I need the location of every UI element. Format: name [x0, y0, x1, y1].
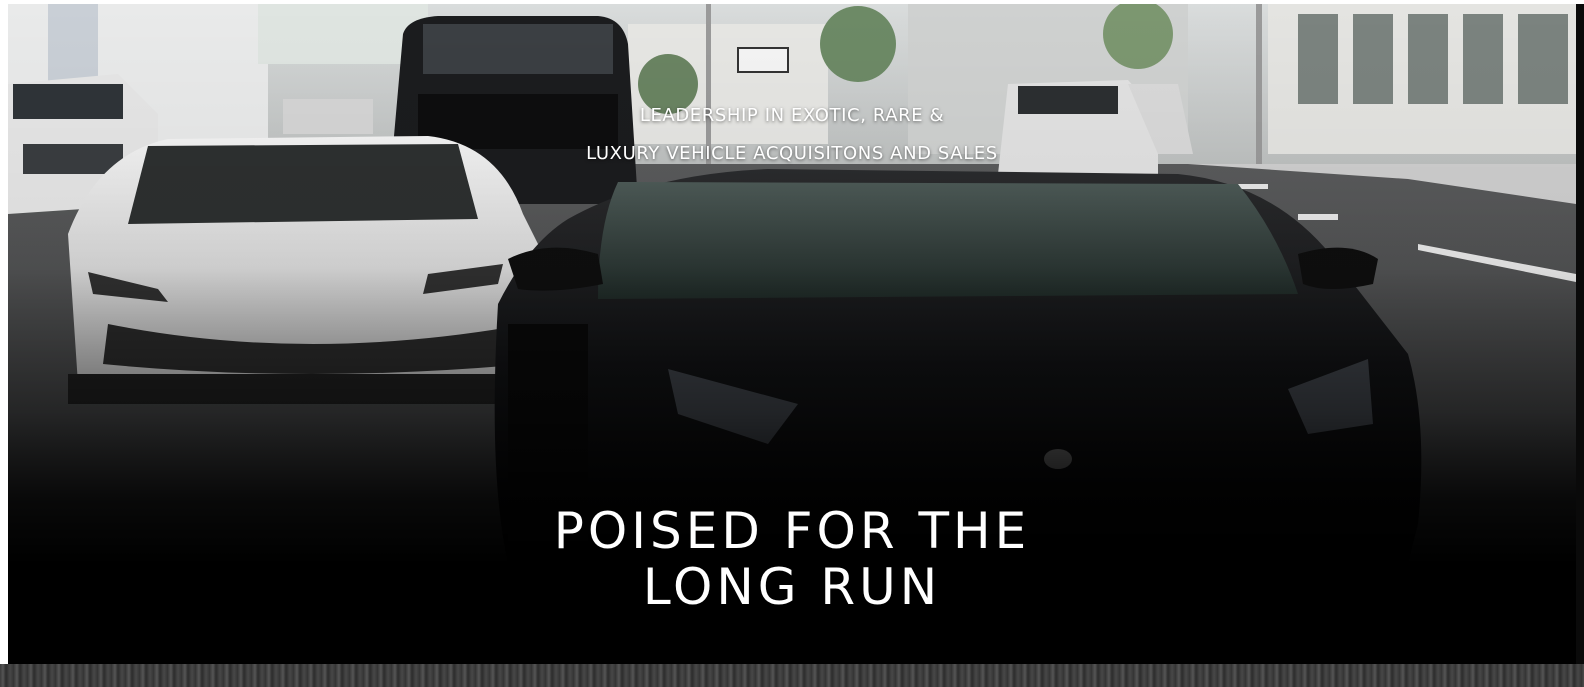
hero-tagline-line-1: LEADERSHIP IN EXOTIC, RARE &: [639, 105, 945, 126]
hero-tagline-line-2: LUXURY VEHICLE ACQUISITONS AND SALES: [586, 143, 998, 164]
hero-headline: POISED FOR THE LONG RUN: [8, 503, 1576, 615]
hero-banner: LEADERSHIP IN EXOTIC, RARE & LUXURY VEHI…: [8, 4, 1576, 664]
hero-headline-line-2: LONG RUN: [642, 558, 942, 616]
hero-tagline: LEADERSHIP IN EXOTIC, RARE & LUXURY VEHI…: [8, 97, 1576, 173]
page-border-left: [0, 0, 8, 687]
next-section-image-strip: [0, 664, 1584, 687]
hero-headline-line-1: POISED FOR THE: [553, 502, 1031, 560]
